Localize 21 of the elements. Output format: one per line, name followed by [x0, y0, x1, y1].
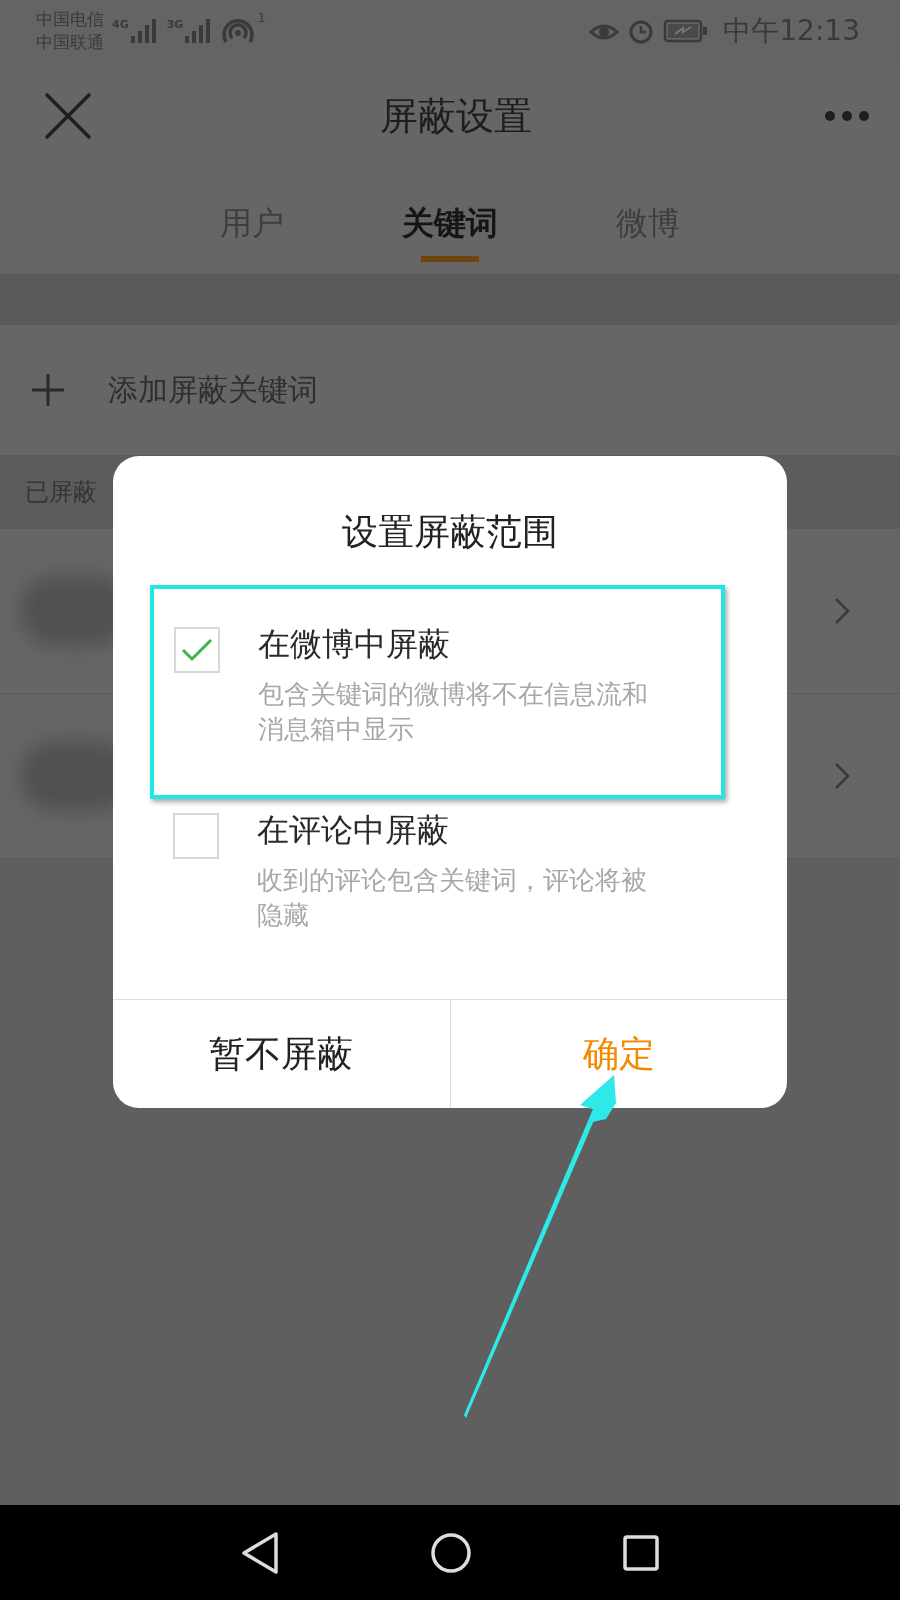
- back-icon[interactable]: [240, 1530, 280, 1575]
- option-description: 收到的评论包含关键词，评论将被隐藏: [257, 864, 648, 932]
- dialog-title: 设置屏蔽范围: [341, 510, 559, 554]
- option-label: 在微博中屏蔽: [258, 624, 451, 665]
- page-title: 屏蔽设置: [380, 92, 532, 140]
- cancel-button[interactable]: 暂不屏蔽: [113, 1000, 450, 1108]
- check-icon: [180, 637, 214, 663]
- recents-icon[interactable]: [622, 1533, 660, 1572]
- hotspot-icon: [221, 16, 256, 46]
- checkbox[interactable]: [173, 813, 219, 859]
- chevron-icon: [834, 762, 850, 790]
- plus-icon: [30, 372, 66, 408]
- close-icon[interactable]: [42, 90, 94, 142]
- option-label: 在评论中屏蔽: [257, 810, 450, 851]
- home-icon[interactable]: [430, 1531, 472, 1574]
- chevron-icon: [834, 597, 850, 625]
- checkbox[interactable]: [174, 627, 220, 673]
- more-icon[interactable]: [824, 110, 870, 122]
- signal-icon: [128, 18, 159, 44]
- option-description: 包含关键词的微博将不在信息流和消息箱中显示: [258, 678, 649, 746]
- battery-icon: [663, 18, 710, 44]
